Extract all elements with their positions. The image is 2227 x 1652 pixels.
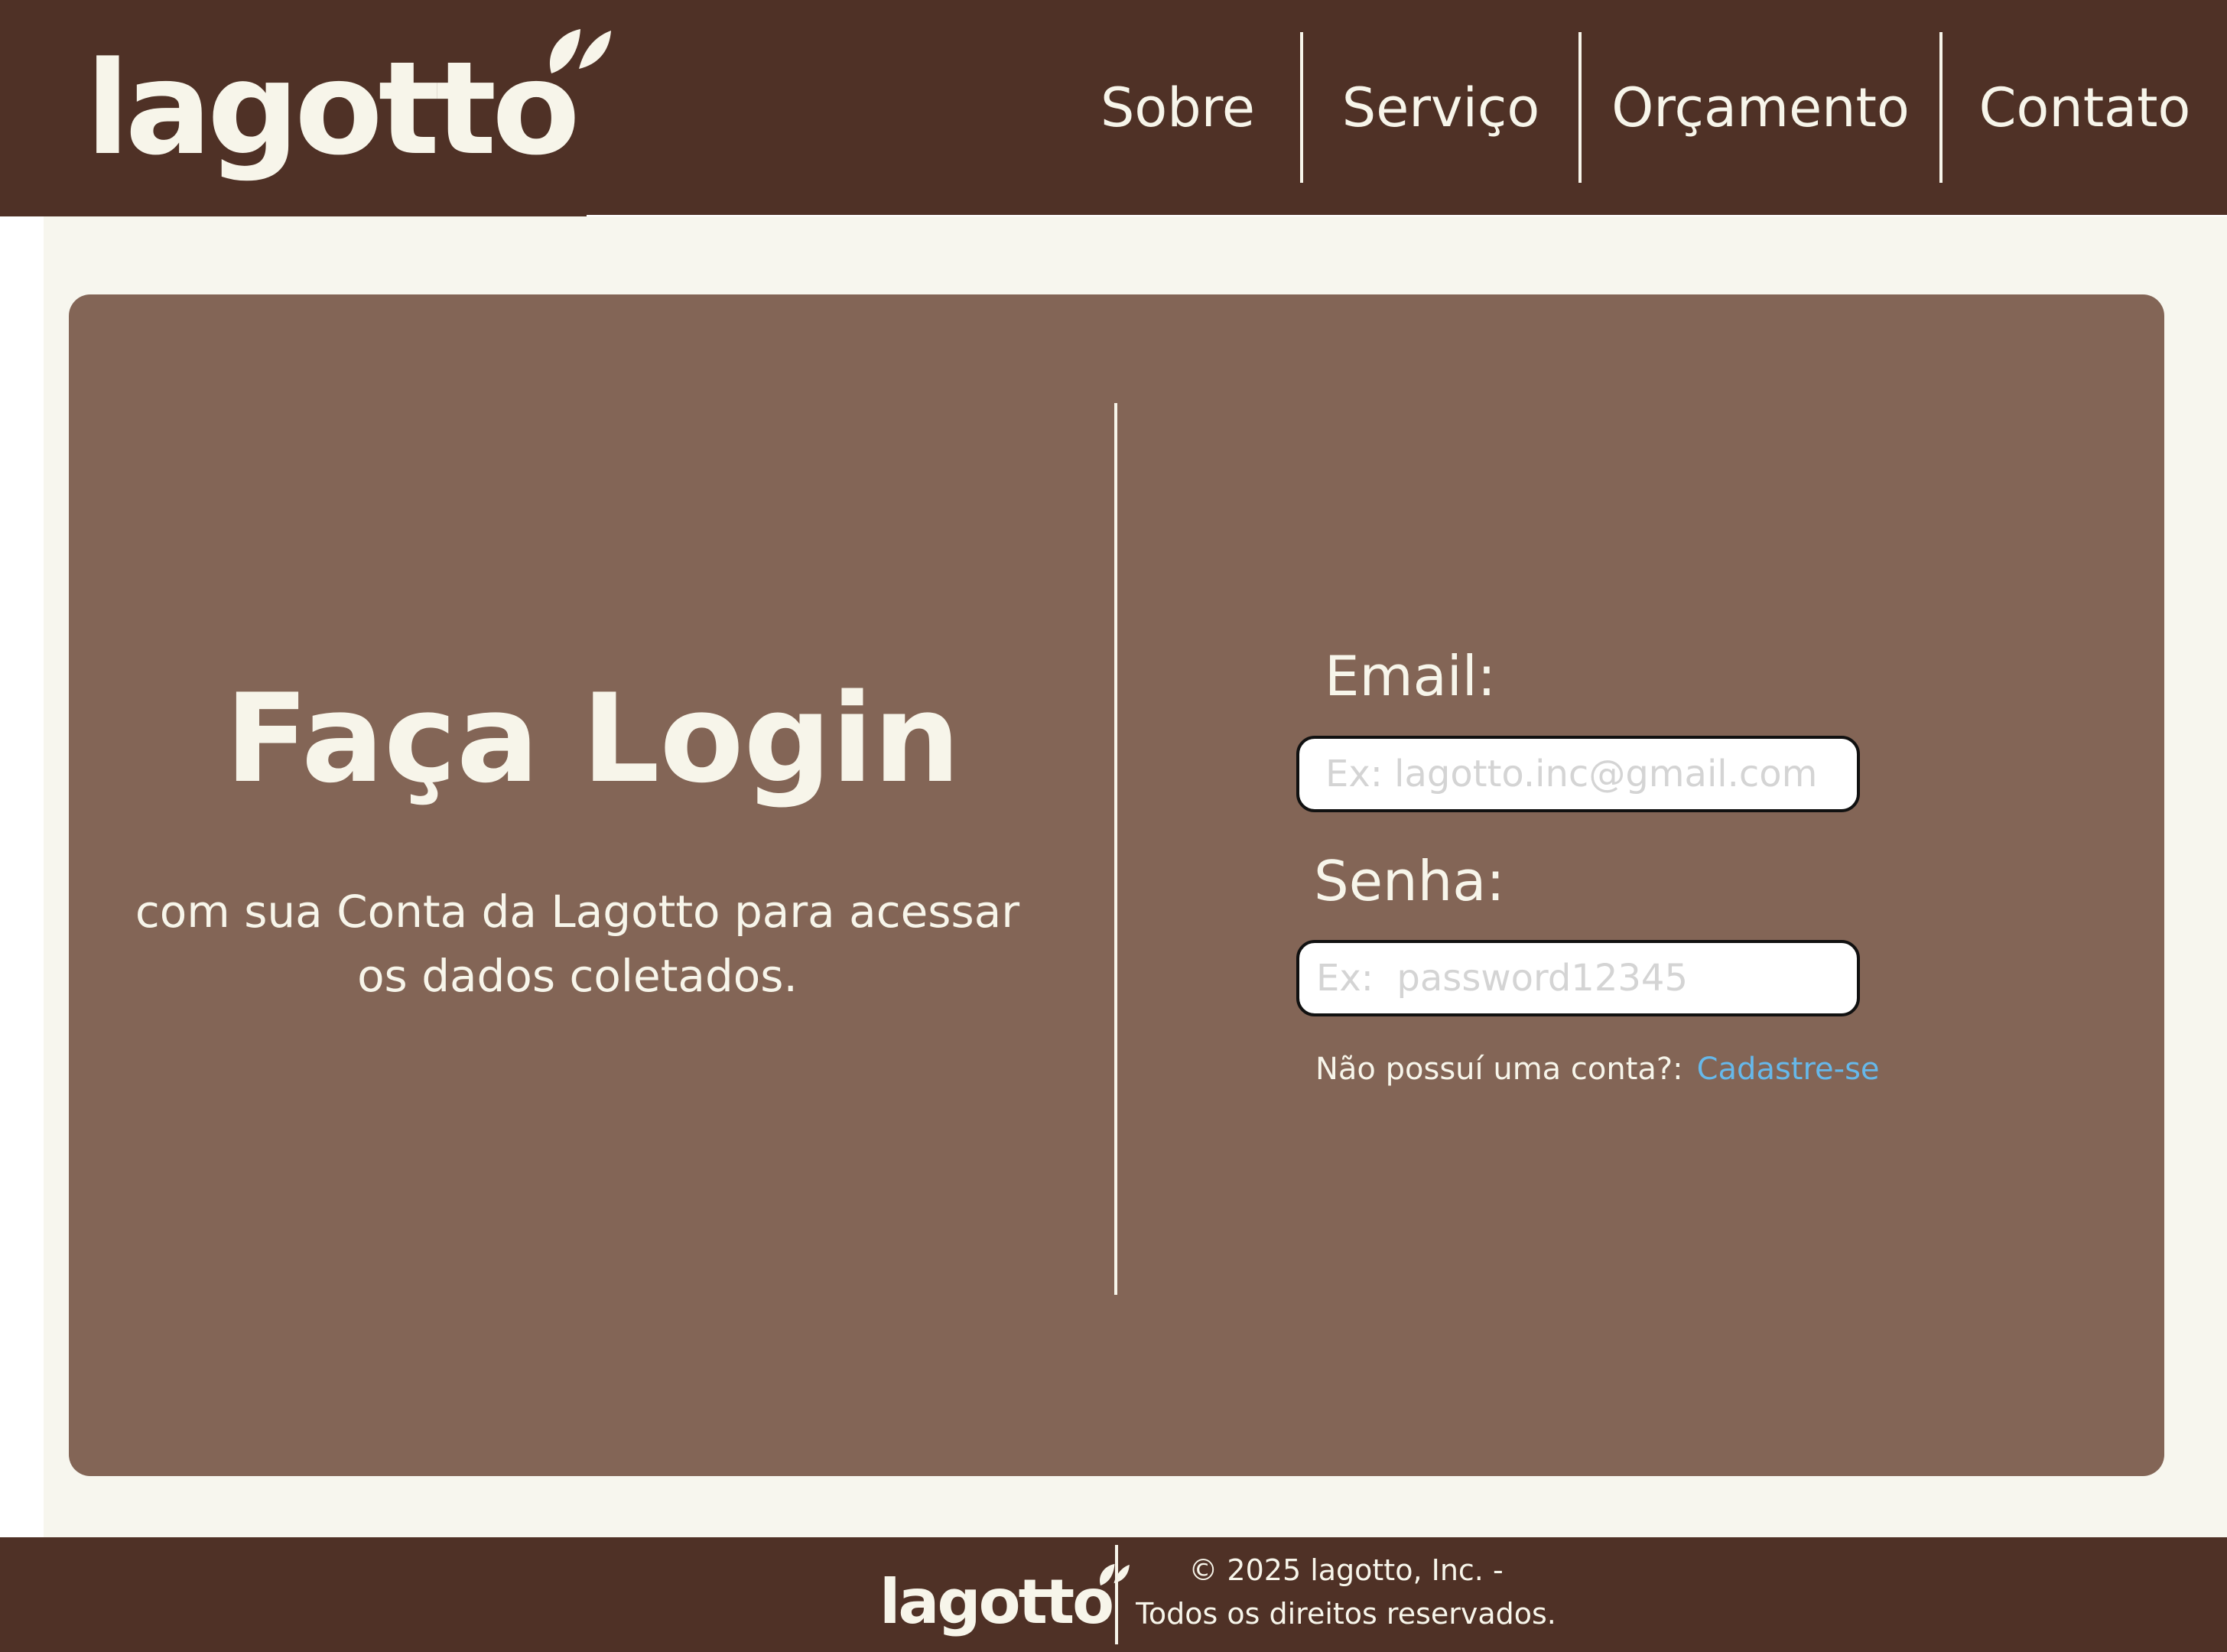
footer-copyright: © 2025 lagotto, Inc. - Todos os direitos…	[1132, 1549, 1560, 1636]
signup-link[interactable]: Cadastre-se	[1697, 1052, 1880, 1087]
footer-logo-text: lagotto	[879, 1566, 1114, 1637]
email-field[interactable]	[1296, 736, 1860, 812]
nav-servico[interactable]: Serviço	[1303, 32, 1578, 183]
login-subtitle: com sua Conta da Lagotto para acessar os…	[135, 886, 1020, 1003]
nav-contato[interactable]: Contato	[1943, 32, 2227, 183]
site-header: lagotto Sobre Serviço Orçamento Contato	[0, 0, 2227, 215]
no-account-text: Não possuí uma conta?:	[1315, 1052, 1683, 1087]
main-nav: Sobre Serviço Orçamento Contato	[1055, 32, 2227, 183]
footer-divider	[1115, 1545, 1118, 1644]
nav-orcamento[interactable]: Orçamento	[1582, 32, 1939, 183]
copyright-line-2: Todos os direitos reservados.	[1136, 1597, 1556, 1631]
signup-prompt: Não possuí uma conta?: Cadastre-se	[1315, 1052, 1880, 1087]
logo-text: lagotto	[86, 34, 580, 184]
password-field[interactable]	[1296, 940, 1860, 1016]
site-footer	[0, 1537, 2227, 1652]
footer-logo[interactable]: lagotto	[879, 1560, 1130, 1644]
nav-sobre[interactable]: Sobre	[1055, 32, 1300, 183]
card-divider	[1114, 403, 1117, 1295]
email-label: Email:	[1325, 644, 1497, 708]
copyright-line-1: © 2025 lagotto, Inc. -	[1188, 1553, 1504, 1587]
lagotto-logo[interactable]: lagotto	[86, 29, 611, 185]
login-title: Faça Login	[225, 667, 961, 810]
password-label: Senha:	[1314, 849, 1505, 913]
